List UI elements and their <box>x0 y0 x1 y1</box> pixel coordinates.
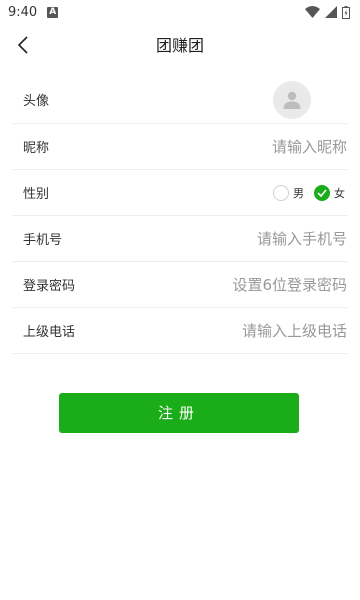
phone-row: 手机号 <box>13 216 347 262</box>
avatar-row[interactable]: 头像 <box>13 76 347 124</box>
password-row: 登录密码 <box>13 262 347 308</box>
page-title: 团赚团 <box>155 36 204 55</box>
nickname-label: 昵称 <box>23 141 50 156</box>
superior-phone-input[interactable] <box>167 321 347 340</box>
gender-male-radio[interactable] <box>273 184 289 201</box>
signal-icon <box>325 6 337 18</box>
password-input[interactable] <box>167 275 347 294</box>
register-button[interactable]: 注册 <box>59 393 299 433</box>
nav-bar: 团赚团 <box>0 24 360 64</box>
a-icon: A <box>47 6 59 18</box>
avatar[interactable] <box>273 80 311 119</box>
registration-form: 头像 昵称 性别 男 女 手机号 登录密码 <box>13 76 347 354</box>
status-time: 9:40 <box>8 4 38 20</box>
wifi-icon <box>305 6 320 18</box>
chevron-left-icon <box>17 36 28 54</box>
gender-female-radio[interactable] <box>314 184 330 201</box>
gender-row: 性别 男 女 <box>13 170 347 216</box>
password-label: 登录密码 <box>23 279 76 294</box>
status-bar: 9:40 A <box>0 0 360 24</box>
avatar-label: 头像 <box>23 94 50 109</box>
battery-icon <box>342 5 350 19</box>
phone-label: 手机号 <box>23 233 63 248</box>
superior-phone-row: 上级电话 <box>13 308 347 354</box>
gender-label: 性别 <box>23 187 50 202</box>
phone-input[interactable] <box>167 229 347 248</box>
gender-female-label: 女 <box>334 186 345 200</box>
check-icon <box>317 188 327 197</box>
gender-selector: 男 女 <box>273 184 345 201</box>
nickname-row: 昵称 <box>13 124 347 170</box>
back-button[interactable] <box>10 32 36 58</box>
nickname-input[interactable] <box>167 137 347 156</box>
superior-phone-label: 上级电话 <box>23 325 76 340</box>
gender-male-label: 男 <box>293 186 304 200</box>
user-avatar-icon <box>283 91 301 109</box>
